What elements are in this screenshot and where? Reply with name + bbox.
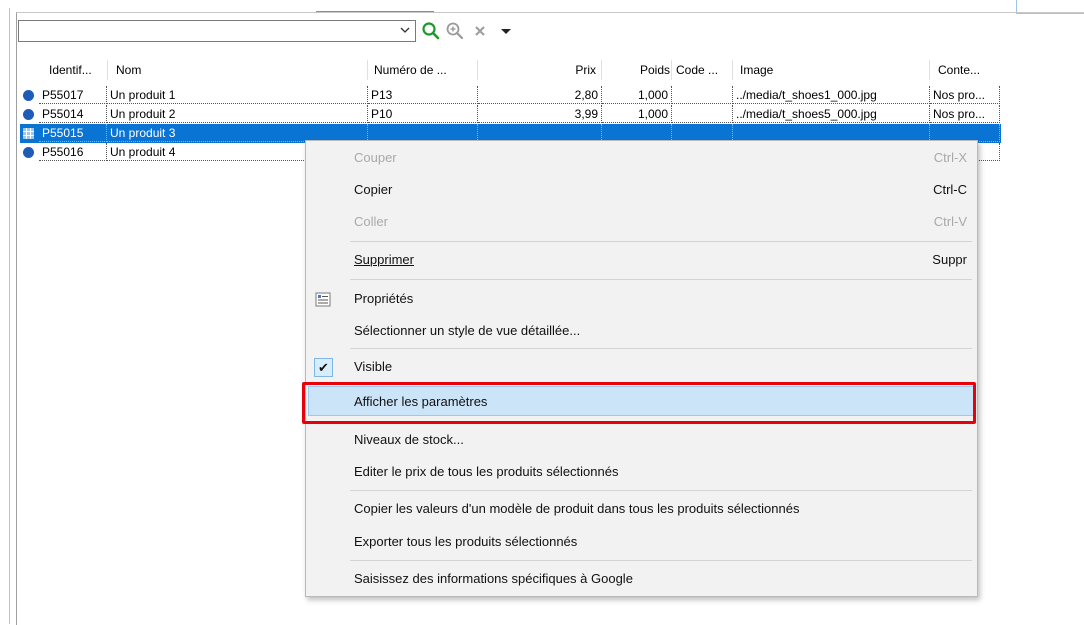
selected-row-icon bbox=[23, 128, 34, 139]
menu-separator bbox=[350, 560, 972, 561]
menu-item-delete[interactable]: Supprimer Suppr bbox=[308, 245, 975, 275]
cell-id[interactable]: P55015 bbox=[39, 124, 107, 142]
menu-item-copy[interactable]: Copier Ctrl-C bbox=[308, 175, 975, 205]
search-combobox[interactable] bbox=[18, 20, 416, 42]
column-header-price[interactable]: Prix bbox=[540, 58, 596, 82]
menu-item-properties[interactable]: Propriétés bbox=[308, 284, 975, 314]
column-header-id[interactable]: Identif... bbox=[49, 58, 109, 82]
menu-separator bbox=[350, 348, 972, 349]
column-separator[interactable] bbox=[671, 60, 672, 80]
record-dot-icon bbox=[23, 90, 34, 101]
menu-item-label: Exporter tous les produits sélectionnés bbox=[354, 534, 578, 549]
cell-image[interactable]: ../media/t_shoes1_000.jpg bbox=[733, 86, 930, 104]
menu-item-label: Supprimer bbox=[354, 252, 414, 267]
menu-item-google-info[interactable]: Saisissez des informations spécifiques à… bbox=[308, 564, 975, 594]
cell-name[interactable]: Un produit 2 bbox=[107, 105, 368, 123]
column-header-weight[interactable]: Poids bbox=[616, 58, 670, 82]
cell-code[interactable] bbox=[672, 105, 733, 123]
column-header-image[interactable]: Image bbox=[740, 58, 910, 82]
cell-number[interactable]: P13 bbox=[368, 86, 478, 104]
menu-item-shortcut: Ctrl-X bbox=[933, 150, 967, 165]
cell-image[interactable]: ../media/t_shoes5_000.jpg bbox=[733, 105, 930, 123]
record-dot-icon bbox=[23, 109, 34, 120]
menu-item-label: Copier les valeurs d'un modèle de produi… bbox=[354, 501, 800, 516]
menu-separator bbox=[350, 241, 972, 242]
column-separator[interactable] bbox=[732, 60, 733, 80]
properties-icon bbox=[314, 290, 332, 308]
context-menu: Couper Ctrl-X Copier Ctrl-C Coller Ctrl-… bbox=[305, 140, 978, 597]
table-row[interactable]: P55017 Un produit 1 P13 2,80 1,000 ../me… bbox=[20, 86, 1001, 105]
cell-id[interactable]: P55017 bbox=[39, 86, 107, 104]
menu-item-label: Niveaux de stock... bbox=[354, 432, 464, 447]
clear-icon[interactable] bbox=[470, 21, 492, 41]
menu-item-select-detail-view-style[interactable]: Sélectionner un style de vue détaillée..… bbox=[308, 316, 975, 346]
menu-separator bbox=[350, 490, 972, 491]
menu-item-visible[interactable]: ✔ Visible bbox=[308, 352, 975, 382]
table-row[interactable]: P55014 Un produit 2 P10 3,99 1,000 ../me… bbox=[20, 105, 1001, 124]
cell-code[interactable] bbox=[672, 86, 733, 104]
column-separator[interactable] bbox=[477, 60, 478, 80]
cell-id[interactable]: P55014 bbox=[39, 105, 107, 123]
cell-content[interactable]: Nos pro... bbox=[930, 105, 1000, 123]
zoom-in-icon[interactable] bbox=[444, 21, 466, 41]
menu-item-export-products[interactable]: Exporter tous les produits sélectionnés bbox=[308, 527, 975, 557]
menu-separator bbox=[350, 279, 972, 280]
menu-item-cut[interactable]: Couper Ctrl-X bbox=[308, 143, 975, 173]
menu-item-stock-levels[interactable]: Niveaux de stock... bbox=[308, 425, 975, 455]
cell-id[interactable]: P55016 bbox=[39, 143, 107, 161]
menu-item-copy-template-values[interactable]: Copier les valeurs d'un modèle de produi… bbox=[308, 494, 975, 524]
left-divider bbox=[9, 8, 10, 624]
menu-item-label: Visible bbox=[354, 359, 393, 374]
column-separator[interactable] bbox=[107, 60, 108, 80]
menu-item-shortcut: Ctrl-V bbox=[933, 214, 967, 229]
search-icon[interactable] bbox=[420, 21, 442, 41]
menu-item-shortcut: Suppr bbox=[932, 252, 967, 267]
annotation-highlight-box bbox=[302, 382, 976, 424]
column-header-name[interactable]: Nom bbox=[116, 58, 316, 82]
grid-header: Identif... Nom Numéro de ... Prix Poids … bbox=[20, 58, 1000, 82]
column-header-code[interactable]: Code ... bbox=[676, 58, 731, 82]
cell-content[interactable]: Nos pro... bbox=[930, 86, 1000, 104]
checkmark-icon: ✔ bbox=[314, 358, 333, 377]
column-separator[interactable] bbox=[929, 60, 930, 80]
menu-item-label: Couper bbox=[354, 150, 397, 165]
dropdown-icon[interactable] bbox=[495, 21, 517, 41]
column-header-content[interactable]: Conte... bbox=[938, 58, 998, 82]
cell-weight[interactable]: 1,000 bbox=[602, 105, 672, 123]
menu-item-label: Copier bbox=[354, 182, 393, 197]
cell-name[interactable]: Un produit 1 bbox=[107, 86, 368, 104]
cell-price[interactable]: 3,99 bbox=[478, 105, 602, 123]
menu-item-label: Saisissez des informations spécifiques à… bbox=[354, 571, 633, 586]
menu-item-edit-price[interactable]: Editer le prix de tous les produits séle… bbox=[308, 457, 975, 487]
menu-item-shortcut: Ctrl-C bbox=[933, 182, 967, 197]
menu-item-label: Editer le prix de tous les produits séle… bbox=[354, 464, 619, 479]
chevron-down-icon[interactable] bbox=[399, 24, 411, 36]
menu-item-label: Sélectionner un style de vue détaillée..… bbox=[354, 323, 581, 338]
cell-number[interactable]: P10 bbox=[368, 105, 478, 123]
cell-weight[interactable]: 1,000 bbox=[602, 86, 672, 104]
cell-price[interactable]: 2,80 bbox=[478, 86, 602, 104]
menu-item-label: Coller bbox=[354, 214, 388, 229]
record-dot-icon bbox=[23, 147, 34, 158]
menu-item-label: Propriétés bbox=[354, 291, 414, 306]
menu-item-paste[interactable]: Coller Ctrl-V bbox=[308, 207, 975, 237]
column-separator[interactable] bbox=[367, 60, 368, 80]
column-header-number[interactable]: Numéro de ... bbox=[374, 58, 469, 82]
column-separator[interactable] bbox=[601, 60, 602, 80]
